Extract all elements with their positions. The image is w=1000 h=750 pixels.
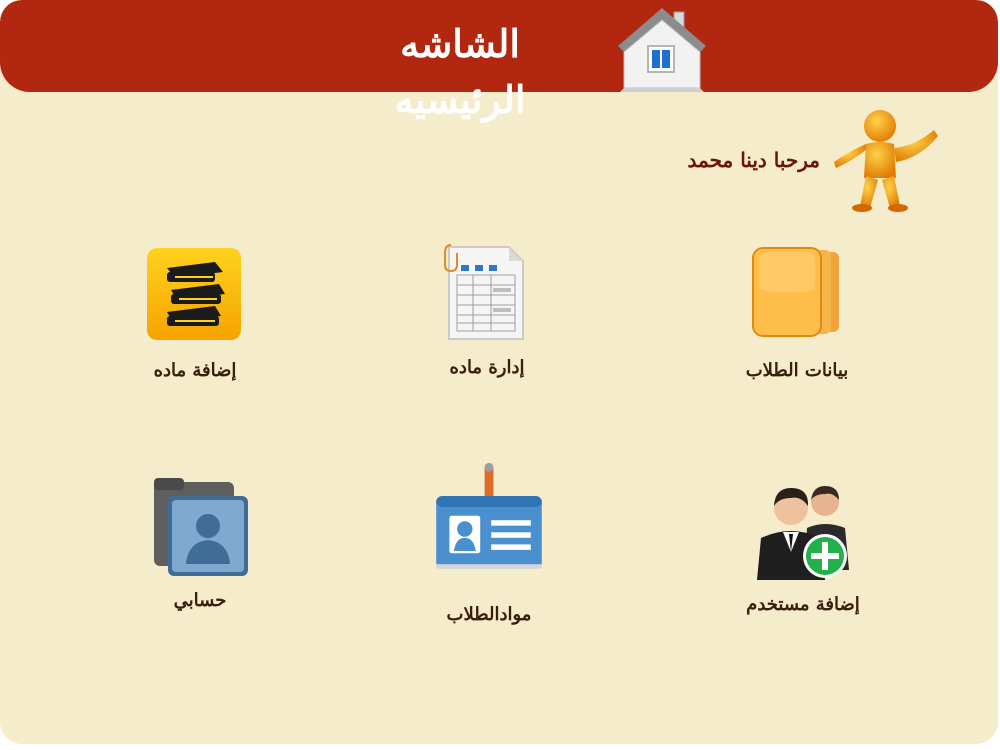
tile-student-data[interactable]: بيانات الطلاب — [697, 246, 897, 416]
add-user-icon — [757, 486, 849, 580]
tile-label: إضافة مستخدم — [746, 594, 860, 615]
home-icon[interactable] — [612, 2, 712, 92]
welcome-text: مرحبا دينا محمد — [687, 148, 820, 172]
page-title: الشاشه الرئيسيه — [394, 21, 526, 122]
tile-manage-subject[interactable]: إدارة ماده — [387, 243, 587, 413]
person-welcome-icon — [834, 110, 938, 212]
tile-label: إدارة ماده — [449, 357, 525, 378]
id-card-icon — [436, 463, 542, 569]
header-bar: الشاشه الرئيسيه — [0, 0, 998, 122]
tile-add-subject[interactable]: إضافة ماده — [95, 246, 295, 416]
tile-student-subjects[interactable]: موادالطلاب — [389, 463, 589, 660]
tile-label: حسابي — [173, 590, 227, 611]
spreadsheet-icon — [444, 244, 524, 340]
tile-add-user[interactable]: إضافة مستخدم — [703, 480, 903, 650]
profile-folder-icon — [154, 478, 248, 576]
welcome-area: مرحبا دينا محمد — [640, 106, 940, 216]
tile-label: بيانات الطلاب — [745, 360, 849, 381]
books-icon — [147, 248, 241, 340]
tile-my-account[interactable]: حسابي — [100, 476, 300, 646]
tile-label: موادالطلاب — [446, 604, 532, 625]
main-screen: الشاشه الرئيسيه مرحبا دينا محمد إضافة ما… — [0, 0, 998, 744]
folders-icon — [752, 247, 839, 337]
tile-label: إضافة ماده — [153, 360, 237, 381]
